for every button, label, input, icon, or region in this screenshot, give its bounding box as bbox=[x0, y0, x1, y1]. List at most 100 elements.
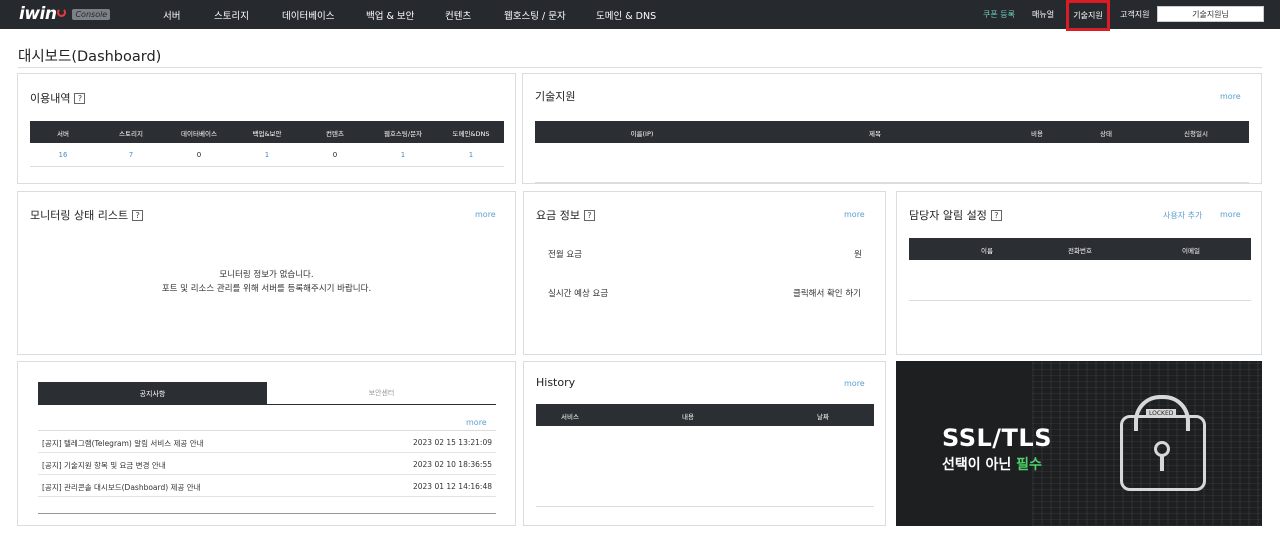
menu-server[interactable]: 서버 bbox=[163, 8, 180, 22]
fee-title-text: 요금 정보 bbox=[536, 209, 580, 222]
col-server: 서버 bbox=[57, 130, 69, 138]
user-select[interactable]: 기술지원님 bbox=[1157, 6, 1264, 22]
notice-list-bottom bbox=[38, 513, 496, 514]
col-name-ip: 이름(IP) bbox=[630, 130, 654, 138]
fee-title: 요금 정보? bbox=[536, 207, 595, 223]
notice-title[interactable]: [공지] 기술지원 항목 및 요금 변경 안내 bbox=[42, 460, 166, 471]
monitoring-title: 모니터링 상태 리스트? bbox=[30, 207, 144, 223]
console-badge: Console bbox=[72, 8, 111, 20]
menu-backup-security[interactable]: 백업 & 보안 bbox=[366, 8, 414, 22]
logo-power-icon bbox=[57, 7, 67, 17]
usage-storage-count[interactable]: 7 bbox=[129, 151, 133, 159]
fee-panel: 요금 정보? more 전월 요금 원 실시간 예상 요금 클릭해서 확인 하기 bbox=[523, 191, 886, 355]
lock-label: LOCKED bbox=[1146, 409, 1177, 418]
realtime-fee-link[interactable]: 클릭해서 확인 하기 bbox=[793, 287, 861, 299]
tech-support-label: 기술지원 bbox=[1073, 11, 1103, 20]
menu-webhosting-sms[interactable]: 웹호스팅 / 문자 bbox=[504, 8, 566, 22]
banner-subtitle-accent: 필수 bbox=[1016, 457, 1042, 473]
col-status: 상태 bbox=[1100, 130, 1112, 138]
history-panel: History more 서비스 내용 날짜 bbox=[523, 361, 886, 526]
keyslot-icon bbox=[1160, 455, 1164, 471]
notice-row[interactable]: [공지] 텔레그램(Telegram) 알림 서비스 제공 안내 2023 02… bbox=[38, 431, 496, 453]
page-title: 대시보드(Dashboard) bbox=[18, 49, 162, 65]
usage-server-count[interactable]: 16 bbox=[59, 151, 68, 159]
help-icon[interactable]: ? bbox=[132, 209, 144, 221]
history-more-link[interactable]: more bbox=[844, 379, 865, 388]
history-table-header: 서비스 내용 날짜 bbox=[536, 404, 874, 426]
alert-panel: 담당자 알림 설정? 사용자 추가 more 이름 전화번호 이메일 bbox=[896, 191, 1262, 355]
coupon-register-link[interactable]: 쿠폰 등록 bbox=[983, 9, 1015, 20]
menu-database[interactable]: 데이터베이스 bbox=[282, 8, 334, 22]
monitoring-more-link[interactable]: more bbox=[475, 210, 496, 219]
prev-month-fee-value: 원 bbox=[854, 250, 862, 260]
col-content: 내용 bbox=[682, 413, 694, 421]
usage-backup-count[interactable]: 1 bbox=[265, 151, 269, 159]
usage-webhosting-count[interactable]: 1 bbox=[401, 151, 405, 159]
col-storage: 스토리지 bbox=[119, 130, 143, 138]
history-table-bottom bbox=[536, 506, 874, 507]
notice-title[interactable]: [공지] 관리콘솔 대시보드(Dashboard) 제공 안내 bbox=[42, 482, 201, 493]
notice-row[interactable]: [공지] 기술지원 항목 및 요금 변경 안내 2023 02 10 18:36… bbox=[38, 453, 496, 475]
monitoring-empty-line1: 모니터링 정보가 없습니다. bbox=[219, 270, 314, 280]
support-table-bottom bbox=[535, 182, 1249, 183]
usage-title: 이용내역? bbox=[30, 90, 86, 106]
logo-text: iwin bbox=[19, 4, 57, 24]
support-table-header: 이름(IP) 제목 비용 상태 신청일시 bbox=[535, 121, 1249, 143]
col-cost: 비용 bbox=[1031, 130, 1043, 138]
notice-more-link[interactable]: more bbox=[466, 418, 487, 427]
realtime-fee-label: 실시간 예상 요금 bbox=[548, 289, 609, 299]
help-icon[interactable]: ? bbox=[990, 209, 1002, 221]
banner-title: SSL/TLS bbox=[942, 424, 1052, 452]
col-service: 서비스 bbox=[561, 413, 579, 421]
menu-storage[interactable]: 스토리지 bbox=[214, 8, 249, 22]
manual-link[interactable]: 매뉴얼 bbox=[1032, 9, 1054, 20]
col-date: 날짜 bbox=[817, 413, 829, 421]
support-title: 기술지원 bbox=[535, 90, 576, 103]
monitoring-title-text: 모니터링 상태 리스트 bbox=[30, 209, 129, 222]
alert-title: 담당자 알림 설정? bbox=[909, 207, 1002, 223]
usage-domain-count[interactable]: 1 bbox=[469, 151, 473, 159]
menu-contents[interactable]: 컨텐츠 bbox=[445, 8, 471, 22]
notice-date: 2023 01 12 14:16:48 bbox=[412, 482, 492, 491]
monitoring-empty-line2: 포트 및 리소스 관리를 위해 서버를 등록해주시기 바랍니다. bbox=[161, 284, 372, 294]
help-icon[interactable]: ? bbox=[583, 209, 595, 221]
alert-table-header: 이름 전화번호 이메일 bbox=[909, 238, 1251, 260]
col-backup: 백업&보안 bbox=[252, 130, 282, 138]
support-more-link[interactable]: more bbox=[1220, 92, 1241, 101]
tab-security-center[interactable]: 보안센터 bbox=[267, 382, 496, 405]
notice-date: 2023 02 10 18:36:55 bbox=[412, 460, 492, 469]
col-alert-phone: 전화번호 bbox=[1068, 247, 1092, 255]
fee-more-link[interactable]: more bbox=[844, 210, 865, 219]
col-request-date: 신청일시 bbox=[1184, 130, 1208, 138]
alert-table-bottom bbox=[909, 300, 1251, 301]
logo[interactable]: iwin Console bbox=[19, 4, 111, 24]
usage-panel: 이용내역? 서버 스토리지 데이터베이스 백업&보안 컨텐츠 웹호스팅/문자 도… bbox=[17, 73, 516, 184]
customer-support-link[interactable]: 고객지원 bbox=[1120, 9, 1149, 20]
usage-row-divider bbox=[30, 166, 504, 167]
notice-title[interactable]: [공지] 텔레그램(Telegram) 알림 서비스 제공 안내 bbox=[42, 438, 204, 449]
alert-more-link[interactable]: more bbox=[1220, 210, 1241, 219]
tab-notice[interactable]: 공지사항 bbox=[38, 382, 267, 405]
col-contents: 컨텐츠 bbox=[326, 130, 344, 138]
tech-support-link[interactable]: 기술지원 bbox=[1066, 0, 1110, 31]
notice-row[interactable]: [공지] 관리콘솔 대시보드(Dashboard) 제공 안내 2023 01 … bbox=[38, 475, 496, 497]
alert-title-text: 담당자 알림 설정 bbox=[909, 209, 987, 222]
ssl-banner[interactable]: SSL/TLS 선택이 아닌 필수 LOCKED bbox=[896, 361, 1262, 526]
monitoring-panel: 모니터링 상태 리스트? more 모니터링 정보가 없습니다. 포트 및 리소… bbox=[17, 191, 516, 355]
menu-domain-dns[interactable]: 도메인 & DNS bbox=[596, 8, 656, 22]
prev-month-fee-label: 전월 요금 bbox=[548, 250, 582, 260]
support-panel: 기술지원 more 이름(IP) 제목 비용 상태 신청일시 bbox=[522, 73, 1262, 184]
banner-subtitle: 선택이 아닌 필수 bbox=[942, 454, 1042, 474]
col-domain: 도메인&DNS bbox=[452, 130, 490, 138]
top-nav: iwin Console 서버 스토리지 데이터베이스 백업 & 보안 컨텐츠 … bbox=[0, 0, 1280, 31]
col-database: 데이터베이스 bbox=[181, 130, 217, 138]
help-icon[interactable]: ? bbox=[74, 92, 86, 104]
col-alert-email: 이메일 bbox=[1182, 247, 1200, 255]
history-title: History bbox=[536, 376, 576, 389]
usage-title-text: 이용내역 bbox=[30, 92, 71, 105]
usage-database-count: 0 bbox=[196, 151, 202, 159]
notice-date: 2023 02 15 13:21:09 bbox=[412, 438, 492, 447]
col-subject: 제목 bbox=[869, 130, 881, 138]
col-alert-name: 이름 bbox=[981, 247, 993, 255]
add-user-link[interactable]: 사용자 추가 bbox=[1163, 210, 1202, 221]
